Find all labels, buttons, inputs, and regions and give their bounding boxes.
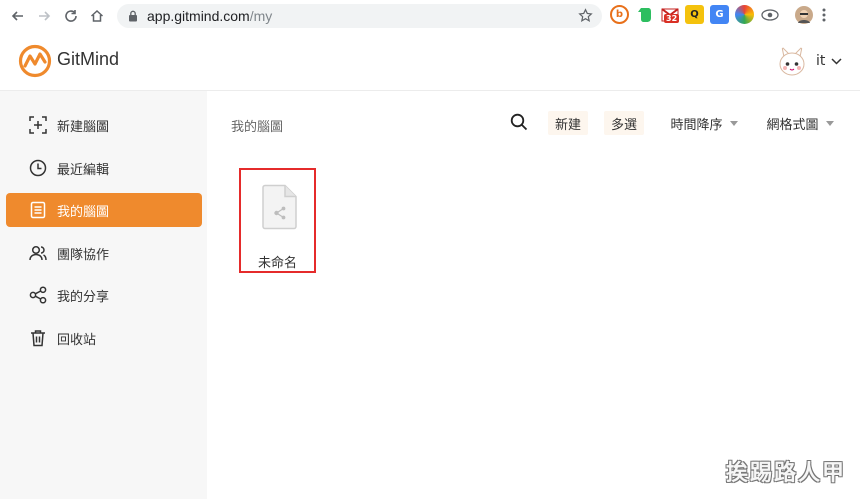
sidebar-item-label: 回收站 (57, 332, 97, 348)
sidebar-item-new-mindmap[interactable]: 新建腦圖 (6, 108, 202, 142)
sidebar-item-my-mindmaps[interactable]: 我的腦圖 (6, 193, 202, 227)
search-icon[interactable] (510, 113, 528, 131)
back-icon[interactable] (5, 3, 31, 29)
home-icon[interactable] (84, 3, 110, 29)
main-content: 我的腦圖 新建 多選 時間降序 網格式圖 未命名 (207, 91, 860, 499)
caret-down-icon (729, 120, 738, 126)
user-avatar[interactable] (775, 45, 809, 79)
color-picker-icon[interactable] (735, 5, 754, 24)
multi-select-label: 多選 (610, 117, 637, 133)
sort-label: 時間降序 (670, 117, 723, 133)
url-host: app.gitmind.com (147, 8, 250, 24)
user-menu[interactable]: it (816, 53, 842, 69)
sidebar-item-share[interactable]: 我的分享 (6, 278, 202, 312)
sidebar-item-label: 我的腦圖 (57, 204, 110, 220)
caret-down-icon (825, 120, 834, 126)
new-mindmap-icon (29, 116, 47, 134)
document-icon (29, 201, 47, 219)
evernote-icon[interactable] (635, 5, 654, 24)
url-path: /my (249, 8, 273, 24)
trash-icon (29, 329, 47, 347)
gmail-icon[interactable]: 32 (660, 5, 680, 24)
app-name: GitMind (57, 49, 120, 69)
user-name: it (816, 53, 826, 69)
sidebar-item-trash[interactable]: 回收站 (6, 321, 202, 355)
gitmind-logo-icon[interactable] (18, 44, 52, 82)
watermark: 挨踢路人甲 (725, 460, 846, 486)
user-profile-icon[interactable] (795, 5, 813, 24)
multi-select-button[interactable]: 多選 (604, 111, 644, 135)
browser-menu-icon[interactable] (819, 5, 829, 24)
bookmark-star-icon[interactable] (578, 8, 593, 23)
extension-bar: b 32 Q G (610, 5, 829, 24)
q-extension-icon[interactable]: Q (685, 5, 704, 24)
team-icon (29, 244, 47, 262)
file-card[interactable]: 未命名 (239, 168, 316, 273)
sidebar: 新建腦圖 最近編輯 我的腦圖 團隊協作 我的分享 回收站 (0, 91, 207, 499)
sidebar-item-label: 新建腦圖 (57, 119, 110, 135)
forward-icon[interactable] (31, 3, 57, 29)
sidebar-item-label: 團隊協作 (57, 247, 110, 263)
reload-icon[interactable] (58, 3, 84, 29)
mindmap-file-icon (262, 184, 298, 234)
lock-icon (128, 10, 138, 22)
browser-toolbar: app.gitmind.com/my b 32 Q G (0, 0, 860, 33)
eye-extension-icon[interactable] (760, 5, 779, 24)
page-title: 我的腦圖 (231, 120, 284, 135)
file-name: 未命名 (257, 256, 297, 271)
b-extension-icon[interactable]: b (610, 5, 629, 24)
new-button[interactable]: 新建 (548, 111, 588, 135)
new-button-label: 新建 (554, 117, 581, 133)
address-bar[interactable]: app.gitmind.com/my (117, 4, 602, 28)
app-header: GitMind it (0, 32, 860, 91)
sidebar-item-label: 最近編輯 (57, 162, 110, 178)
view-dropdown[interactable]: 網格式圖 (764, 111, 836, 135)
clock-icon (29, 159, 47, 177)
share-icon (29, 286, 47, 304)
sidebar-item-team[interactable]: 團隊協作 (6, 236, 202, 270)
gmail-badge: 32 (664, 14, 680, 23)
view-label: 網格式圖 (766, 117, 819, 133)
chevron-down-icon (831, 57, 842, 65)
sidebar-item-recent[interactable]: 最近編輯 (6, 151, 202, 185)
sidebar-item-label: 我的分享 (57, 289, 110, 305)
sort-dropdown[interactable]: 時間降序 (668, 111, 740, 135)
translate-icon[interactable]: G (710, 5, 729, 24)
